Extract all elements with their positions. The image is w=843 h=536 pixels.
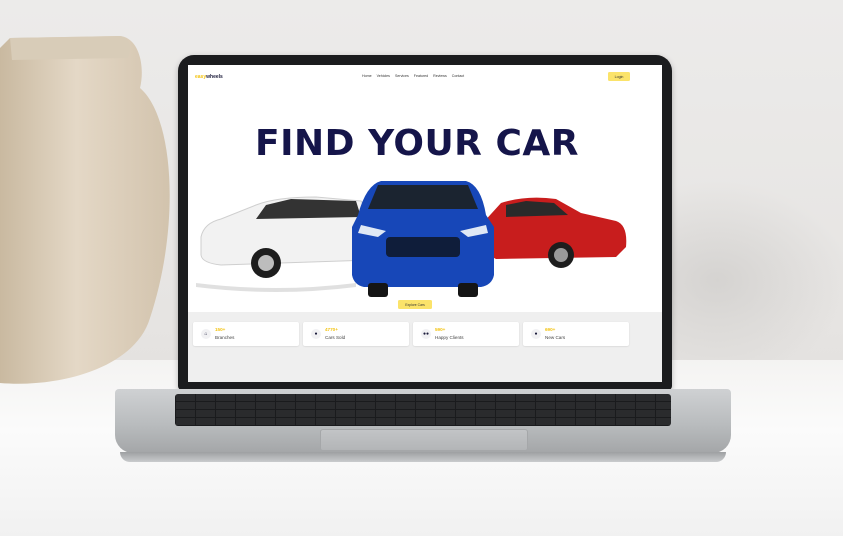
car-icon: ● [311, 329, 321, 339]
laptop-base-lip [120, 452, 726, 462]
nav-link-reviews[interactable]: Reviews [433, 74, 447, 78]
login-button[interactable]: Login [608, 72, 630, 81]
stat-card-happy-clients: ●● 590+ Happy Clients [413, 322, 519, 346]
home-icon: ⌂ [201, 329, 211, 339]
white-car [196, 196, 372, 292]
stat-value: 590+ [435, 327, 446, 332]
vase-image [0, 36, 170, 384]
hero-cars-image [196, 181, 627, 297]
stat-value: 150+ [215, 327, 226, 332]
site-logo[interactable]: easywheels [195, 74, 223, 80]
laptop-base [115, 389, 731, 453]
laptop-trackpad [320, 429, 528, 451]
stat-card-branches: ⌂ 150+ Branches [193, 322, 299, 346]
stat-value: 4770+ [325, 327, 338, 332]
laptop-keyboard [175, 394, 671, 426]
nav-link-contact[interactable]: Contact [452, 74, 464, 78]
users-icon: ●● [421, 329, 431, 339]
explore-cars-button[interactable]: Explore Cars [398, 300, 432, 309]
site-navbar: easywheels Home Vehicles Services Featur… [188, 65, 662, 89]
blue-car [352, 181, 494, 297]
stat-value: 690+ [545, 327, 556, 332]
stat-card-cars-sold: ● 4770+ Cars Sold [303, 322, 409, 346]
car-icon: ● [531, 329, 541, 339]
nav-links: Home Vehicles Services Featured Reviews … [362, 74, 464, 78]
stat-label: Happy Clients [435, 335, 464, 340]
nav-link-services[interactable]: Services [395, 74, 409, 78]
laptop-lid: easywheels Home Vehicles Services Featur… [178, 55, 672, 390]
hero-title: FIND YOUR CAR [255, 123, 579, 164]
nav-link-home[interactable]: Home [362, 74, 372, 78]
wall-shadow [660, 180, 843, 380]
stat-label: Branches [215, 335, 235, 340]
stat-card-new-cars: ● 690+ New Cars [523, 322, 629, 346]
stat-label: Cars Sold [325, 335, 346, 340]
nav-link-featured[interactable]: Featured [414, 74, 428, 78]
red-car [481, 197, 627, 268]
laptop-screen: easywheels Home Vehicles Services Featur… [188, 65, 662, 382]
nav-link-vehicles[interactable]: Vehicles [377, 74, 390, 78]
stat-label: New Cars [545, 335, 566, 340]
